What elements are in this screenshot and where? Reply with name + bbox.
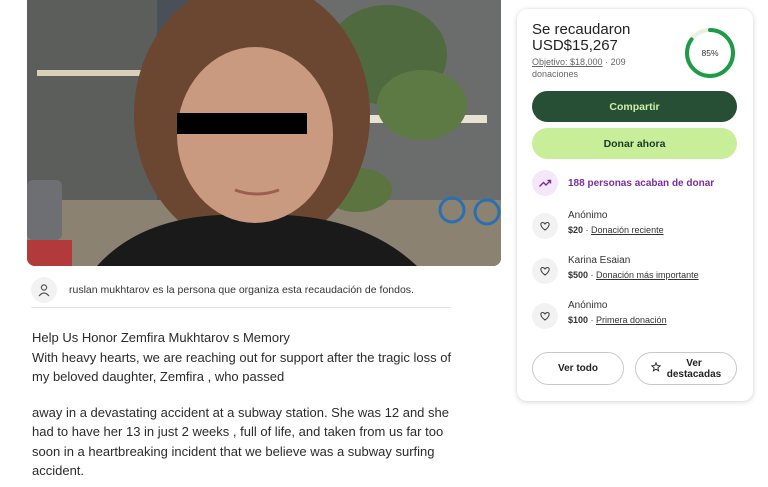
heart-hand-icon	[532, 303, 558, 329]
donations-label: donaciones	[532, 69, 579, 79]
story-title: Help Us Honor Zemfira Mukhtarov s Memory	[32, 330, 290, 345]
donor-tag-link[interactable]: Primera donación	[596, 315, 667, 325]
story-paragraph: With heavy hearts, we are reaching out f…	[32, 349, 452, 385]
donor-item: Karina Esaian $500 · Donación más import…	[532, 254, 699, 284]
donor-detail: $100 · Primera donación	[568, 313, 667, 327]
organizer-text: ruslan mukhtarov es la persona que organ…	[69, 283, 414, 296]
donor-sep: ·	[583, 225, 592, 235]
donor-tag-link[interactable]: Donación más importante	[596, 270, 699, 280]
donor-sep: ·	[588, 270, 597, 280]
raised-label: Se recaudaron	[532, 21, 631, 38]
goal-line: Objetivo: $18,000 · 209 donaciones	[532, 56, 682, 80]
see-all-button[interactable]: Ver todo	[532, 352, 624, 385]
donor-tag-link[interactable]: Donación reciente	[591, 225, 664, 235]
user-icon	[31, 276, 57, 303]
donor-detail: $20 · Donación reciente	[568, 223, 664, 237]
donor-item: Anónimo $100 · Primera donación	[532, 299, 667, 329]
organizer-row: ruslan mukhtarov es la persona que organ…	[31, 276, 451, 308]
see-top-label-line2: destacadas	[666, 368, 722, 380]
donor-sep: ·	[588, 315, 597, 325]
donor-amount: $500	[568, 270, 589, 280]
progress-ring: 85%	[685, 28, 735, 78]
heart-hand-icon	[532, 258, 558, 284]
donor-amount: $100	[568, 315, 589, 325]
goal-link[interactable]: Objetivo: $18,000	[532, 57, 603, 67]
heart-hand-icon	[532, 213, 558, 239]
share-button[interactable]: Compartir	[532, 91, 737, 122]
donor-item: Anónimo $20 · Donación reciente	[532, 209, 664, 239]
raised-amount: USD$15,267	[532, 37, 618, 54]
trending-up-icon	[532, 170, 558, 196]
see-top-label: Ver destacadas	[667, 358, 721, 380]
donor-detail: $500 · Donación más importante	[568, 268, 699, 282]
donate-button[interactable]: Donar ahora	[532, 128, 737, 159]
campaign-photo	[27, 0, 501, 266]
goal-separator: ·	[605, 57, 609, 67]
donor-amount: $20	[568, 225, 584, 235]
star-icon	[650, 361, 662, 375]
campaign-photo-illustration	[27, 0, 501, 266]
progress-text: 85%	[701, 48, 718, 58]
donation-card: Se recaudaron USD$15,267 Objetivo: $18,0…	[517, 9, 753, 401]
story-paragraph: away in a devastating accident at a subw…	[32, 404, 449, 479]
donor-name: Anónimo	[568, 210, 608, 221]
donations-count: 209	[610, 57, 626, 67]
donor-name: Karina Esaian	[568, 255, 631, 266]
recent-donors-banner: 188 personas acaban de donar	[532, 170, 714, 196]
see-top-button[interactable]: Ver destacadas	[635, 352, 737, 385]
campaign-story: Help Us Honor Zemfira Mukhtarov s Memory…	[32, 328, 462, 481]
see-top-label-line1: Ver	[686, 357, 702, 369]
donor-name: Anónimo	[568, 300, 608, 311]
recent-donors-text: 188 personas acaban de donar	[568, 177, 715, 189]
